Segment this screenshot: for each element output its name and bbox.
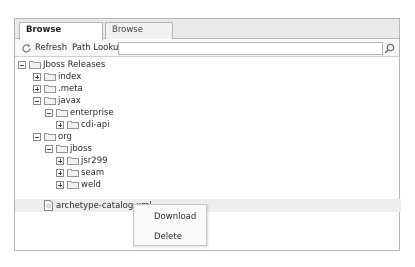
folder-icon xyxy=(67,121,79,129)
refresh-button[interactable]: Refresh xyxy=(35,43,67,53)
folder-icon xyxy=(44,85,56,93)
tree-node-label: seam xyxy=(81,168,105,178)
tree-node-label: index xyxy=(58,72,82,82)
menu-item-download[interactable]: Download xyxy=(134,207,206,227)
folder-icon xyxy=(44,73,56,81)
collapse-toggle-icon[interactable] xyxy=(45,109,53,117)
tab-browse-storage[interactable]: Browse Storage xyxy=(19,22,103,50)
tree-node-label: jboss xyxy=(70,144,92,154)
collapse-toggle-icon[interactable] xyxy=(33,97,41,105)
folder-icon xyxy=(67,157,79,165)
tab-bar: Browse Storage Browse Index xyxy=(15,19,399,50)
tree-node-label: org xyxy=(58,132,72,142)
tree-node-label: enterprise xyxy=(70,108,114,118)
tree-node-label: jsr299 xyxy=(81,156,108,166)
tree-node-label: weld xyxy=(81,180,101,190)
toolbar: Refresh Path Lookup: xyxy=(15,40,399,57)
storage-panel: Browse Storage Browse Index Refresh Path… xyxy=(14,18,401,251)
file-icon xyxy=(44,200,53,211)
folder-open-icon xyxy=(44,97,56,105)
expand-toggle-icon[interactable] xyxy=(56,121,64,129)
collapse-toggle-icon[interactable] xyxy=(45,145,53,153)
tree-node-label: cdi-api xyxy=(81,120,110,130)
tree-node-label: Jboss Releases xyxy=(43,60,106,70)
expand-toggle-icon[interactable] xyxy=(56,181,64,189)
path-lookup-input[interactable] xyxy=(118,42,383,55)
collapse-toggle-icon[interactable] xyxy=(18,61,26,69)
tree-node-label: .meta xyxy=(58,84,83,94)
refresh-icon[interactable] xyxy=(21,43,32,54)
collapse-toggle-icon[interactable] xyxy=(33,133,41,141)
expand-toggle-icon[interactable] xyxy=(33,85,41,93)
context-menu: Download Delete xyxy=(133,204,207,246)
folder-icon xyxy=(67,181,79,189)
expand-toggle-icon[interactable] xyxy=(56,157,64,165)
search-icon[interactable] xyxy=(383,42,396,55)
folder-open-icon xyxy=(56,109,68,117)
folder-open-icon xyxy=(44,133,56,141)
folder-open-icon xyxy=(56,145,68,153)
expand-toggle-icon[interactable] xyxy=(56,169,64,177)
folder-open-icon xyxy=(29,61,41,69)
menu-item-delete[interactable]: Delete xyxy=(134,227,206,247)
folder-icon xyxy=(67,169,79,177)
tree-node-label: javax xyxy=(58,96,81,106)
expand-toggle-icon[interactable] xyxy=(33,73,41,81)
tab-browse-index[interactable]: Browse Index xyxy=(105,22,173,50)
